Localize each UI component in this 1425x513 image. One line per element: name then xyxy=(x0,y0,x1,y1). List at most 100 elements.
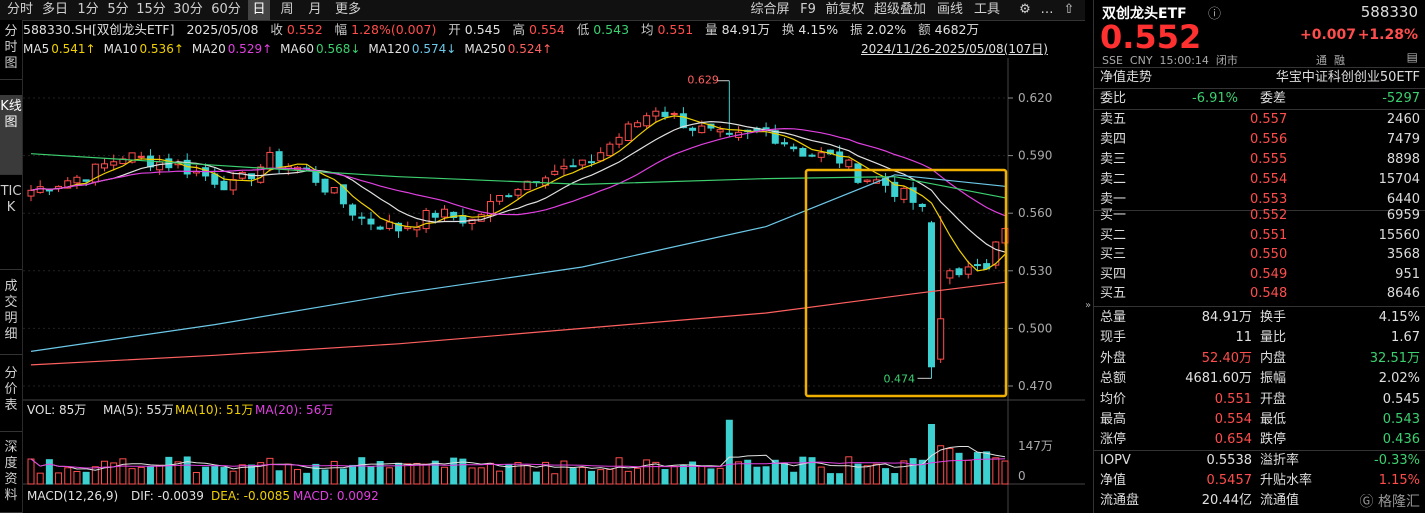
volume-bar xyxy=(588,470,596,485)
open-label: 开 xyxy=(448,22,461,37)
stat-value: 0.551 xyxy=(1214,391,1252,407)
vol-axis-max: 147万 xyxy=(1018,439,1053,453)
ask-volume: 2460 xyxy=(1386,112,1420,127)
volume-bar xyxy=(82,471,90,485)
period-tab-6[interactable]: 60分 xyxy=(210,0,242,20)
volume-bar xyxy=(422,463,430,485)
kline-chart[interactable]: 0.620 0.590 0.560 0.530 0.500 0.470 0.629 0.474… xyxy=(23,58,1085,513)
period-tab-4[interactable]: 15分 xyxy=(136,0,166,20)
volume-bar xyxy=(799,456,807,485)
bid-volume: 8646 xyxy=(1386,286,1420,301)
candle-body xyxy=(496,194,504,202)
candle-body xyxy=(330,187,338,194)
panel-row: 卖二 0.554 15704 xyxy=(1100,170,1420,190)
candle-body xyxy=(431,212,439,218)
left-tab-2[interactable]: TICK xyxy=(0,180,22,270)
volume-bar xyxy=(349,464,357,485)
macd-dea: DEA: -0.0085 xyxy=(211,489,290,503)
period-tab-1[interactable]: 多日 xyxy=(40,0,70,20)
left-tab-0[interactable]: 分时图 xyxy=(0,20,22,80)
stat-label: 内盘 xyxy=(1260,350,1287,366)
period-tab-8[interactable]: 周 xyxy=(276,0,298,20)
stat-label: 最低 xyxy=(1260,412,1287,427)
candle-body xyxy=(606,143,614,157)
volume-bar xyxy=(790,471,798,485)
volume-bar xyxy=(330,460,338,485)
candle-body xyxy=(900,187,908,200)
more-icon[interactable]: … xyxy=(1038,0,1056,20)
stat-label: 振幅 xyxy=(1260,371,1287,387)
panel-row: 买四 0.549 951 xyxy=(1100,265,1420,285)
period-tab-9[interactable]: 月 xyxy=(304,0,326,20)
toolbar-item-1[interactable]: F9 xyxy=(798,0,818,20)
bid-price: 0.550 xyxy=(1250,247,1288,262)
etf-stat-label: 升贴水率 xyxy=(1260,473,1313,488)
up-arrow-icon[interactable]: ⇧ xyxy=(1060,0,1078,20)
candle-body xyxy=(946,270,954,279)
etf-stat-value: 0.5538 xyxy=(1206,453,1253,468)
candle-body xyxy=(349,204,357,216)
candle-body xyxy=(367,218,375,225)
stat-label: 总额 xyxy=(1100,371,1127,387)
low-label: 低 xyxy=(576,22,590,37)
stat-value: 52.40万 xyxy=(1201,350,1252,366)
info-icon[interactable]: ⓘ xyxy=(1208,3,1221,22)
candle-body xyxy=(615,136,623,145)
left-view-tabs: 分时图 K线图 TICK 成交明细分价表深度资料 xyxy=(0,20,23,513)
weicha-label: 委差 xyxy=(1260,91,1287,106)
candle-body xyxy=(725,132,733,135)
candle-body xyxy=(422,209,430,230)
volume-bar xyxy=(101,460,109,485)
volume-bar xyxy=(964,459,972,485)
volume-bar xyxy=(863,465,871,485)
weibi-label: 委比 xyxy=(1100,91,1127,106)
volume-bar xyxy=(36,472,44,485)
vol-label: VOL: 85万 xyxy=(27,403,86,417)
etf-stat-value: 20.44亿 xyxy=(1201,493,1252,508)
candle-body xyxy=(73,176,81,184)
panel-row: 涨停 0.654 跌停 0.436 xyxy=(1100,430,1420,450)
volume-bar xyxy=(633,467,641,485)
panel-row: 现手 11 量比 1.67 xyxy=(1100,328,1420,348)
gear-icon[interactable]: ⚙ xyxy=(1016,0,1034,20)
period-tab-0[interactable]: 分时 xyxy=(6,0,34,20)
price-axis-label-5: 0.470 xyxy=(1018,379,1052,393)
candle-body xyxy=(918,203,926,208)
volume-bar xyxy=(560,460,568,485)
avg-value: 0.551 xyxy=(657,22,694,37)
ask-label: 卖五 xyxy=(1100,112,1127,127)
toolbar-item-4[interactable]: 画线 xyxy=(934,0,966,20)
period-tab-7[interactable]: 日 xyxy=(248,0,270,20)
left-tab-4[interactable]: 分价表 xyxy=(0,362,22,432)
left-tab-3[interactable]: 成交明细 xyxy=(0,275,22,355)
toolbar-item-5[interactable]: 工具 xyxy=(972,0,1002,20)
volume-bar xyxy=(146,466,154,485)
candle-body xyxy=(790,146,798,150)
security-code-right: 588330 xyxy=(1360,3,1418,21)
ask-price: 0.557 xyxy=(1250,112,1288,127)
stat-value: 84.91万 xyxy=(1201,310,1252,325)
volume-bar xyxy=(284,463,292,485)
toolbar-item-3[interactable]: 超级叠加 xyxy=(872,0,928,20)
volume-bar xyxy=(973,452,981,485)
volume-bar xyxy=(275,470,283,485)
toolbar-item-0[interactable]: 综合屏 xyxy=(748,0,792,20)
period-tab-10[interactable]: 更多 xyxy=(332,0,364,20)
panel-row: 买二 0.551 15560 xyxy=(1100,226,1420,246)
expand-icon[interactable]: ▤ xyxy=(1407,50,1418,64)
turnover-label: 换 xyxy=(781,22,795,37)
candle-body xyxy=(597,152,605,162)
left-tab-1[interactable]: K线图 xyxy=(0,95,22,175)
collapse-right-panel-icon[interactable]: » xyxy=(1085,300,1093,320)
period-tab-2[interactable]: 1分 xyxy=(76,0,100,20)
stat-label: 涨停 xyxy=(1100,432,1127,448)
ma-value-3: 0.568↓ xyxy=(316,42,361,56)
period-tab-5[interactable]: 30分 xyxy=(172,0,204,20)
volume-bar xyxy=(459,458,467,485)
volume-bar xyxy=(367,466,375,485)
candle-body xyxy=(808,154,816,157)
toolbar-item-2[interactable]: 前复权 xyxy=(824,0,866,20)
left-tab-5[interactable]: 深度资料 xyxy=(0,436,22,513)
candle-body xyxy=(716,129,724,133)
period-tab-3[interactable]: 5分 xyxy=(106,0,130,20)
